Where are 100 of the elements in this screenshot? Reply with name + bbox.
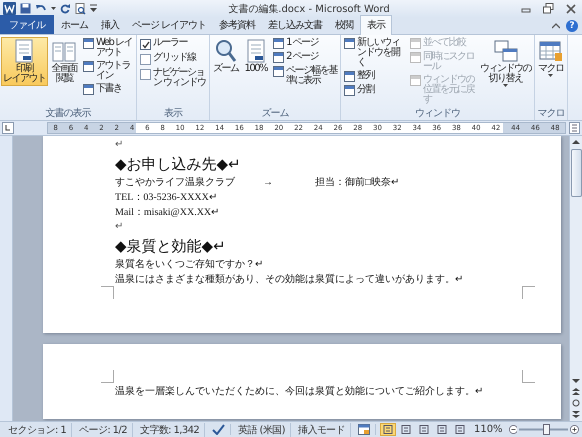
section-heading: ◆泉質と効能◆↵ [115, 236, 227, 257]
paragraph-mark: ↵ [115, 138, 124, 151]
view-button[interactable]: マクロ [536, 37, 566, 80]
previous-page-icon[interactable] [572, 388, 580, 395]
print-preview-icon[interactable] [75, 2, 86, 14]
redo-icon[interactable] [60, 3, 71, 14]
section-heading: ◆お申し込み先◆↵ [115, 154, 242, 175]
view-button[interactable]: 印刷 レイアウト [1, 37, 48, 86]
check-icon [142, 40, 150, 48]
app-icon[interactable] [3, 2, 16, 15]
ribbon-tab[interactable]: ホーム [55, 16, 94, 34]
window-icon [273, 52, 284, 63]
window-icon [273, 66, 284, 77]
close-icon[interactable] [566, 4, 576, 14]
window-title: 文書の編集.docx - Microsoft Word [227, 2, 391, 16]
crop-mark [101, 370, 114, 383]
ribbon-checkbox[interactable]: グリッド線 [138, 52, 208, 66]
ribbon-button[interactable]: Web レイアウト [81, 37, 135, 59]
ribbon-tab[interactable]: ページ レイアウト [126, 16, 212, 34]
ribbon-button[interactable]: 新しいウィンドウを開く [342, 37, 406, 69]
ribbon-button[interactable]: ページ幅を基準に表示 [271, 65, 340, 87]
proofing-check-icon[interactable] [212, 424, 226, 435]
macro-record-icon[interactable] [358, 424, 370, 435]
window-icon [83, 84, 94, 95]
ribbon-checkbox[interactable]: ルーラー [138, 37, 208, 51]
group-label: 文書の表示 [44, 108, 92, 120]
window-icon [344, 71, 356, 82]
body-text: 温泉にはさまざまな種類があり、その効能は泉質によって違いがあります。↵ [115, 272, 464, 287]
window-icon [83, 61, 94, 72]
view-button[interactable]: 全画面 閲覧 [50, 37, 79, 86]
magnifier-icon [214, 39, 237, 63]
page-icon [13, 39, 36, 63]
page-view-icon [400, 425, 411, 434]
tab-selector-icon[interactable] [2, 122, 14, 134]
scrollbar-thumb[interactable] [570, 149, 582, 197]
page-view-icon [382, 425, 393, 434]
scroll-up-icon[interactable] [572, 139, 580, 145]
tab-mark: → [263, 176, 273, 190]
next-page-icon[interactable] [572, 411, 580, 418]
window-icon [273, 38, 284, 49]
ribbon-tab[interactable]: 挿入 [95, 16, 125, 34]
caret-icon [503, 84, 508, 88]
view-mode-button[interactable] [380, 423, 396, 436]
view-button[interactable]: ウィンドウの 切り替え [478, 37, 534, 90]
ribbon-tab[interactable]: 参考資料 [213, 16, 262, 34]
caret-icon[interactable] [51, 6, 56, 10]
scrollbar[interactable] [569, 136, 582, 421]
ribbon-tab[interactable]: 表示 [360, 15, 392, 35]
slider-thumb[interactable] [543, 424, 550, 435]
ribbon-button[interactable]: 2 ページ [271, 51, 340, 64]
zoom-slider[interactable] [519, 424, 568, 435]
customize-caret-icon[interactable] [90, 4, 97, 13]
window-icon [410, 38, 422, 49]
caret-icon [548, 74, 554, 78]
ribbon-button[interactable]: 下書き [81, 83, 135, 96]
body-text: Mail：misaki@XX.XX↵ [115, 206, 220, 220]
page-view-icon [454, 425, 465, 434]
group-label: マクロ [536, 108, 566, 120]
ribbon-tab[interactable]: 校閲 [329, 16, 360, 34]
page-view-icon [436, 425, 447, 434]
window-icon [410, 75, 422, 86]
group-label: ウィンドウ [414, 108, 462, 120]
body-text: すこやかライフ温泉クラブ [115, 176, 235, 190]
status-item[interactable]: 文字数: 1,342 [134, 422, 206, 436]
view-button[interactable]: 100% [242, 37, 270, 76]
view-button[interactable]: ズーム [211, 37, 240, 76]
ribbon-button[interactable]: 1 ページ [271, 37, 340, 50]
ribbon-checkbox[interactable]: ナビゲーション ウィンドウ [138, 67, 208, 89]
status-item[interactable]: 挿入モード [292, 422, 351, 436]
body-text: 担当：御前□映奈↵ [315, 176, 400, 190]
status-item[interactable]: ページ: 1/2 [74, 422, 133, 436]
scroll-down-icon[interactable] [572, 378, 580, 384]
group-label: ズーム [260, 108, 290, 120]
group-label: 表示 [163, 108, 184, 120]
status-item[interactable]: 英語 (米国) [233, 422, 291, 436]
body-text: 温泉を一層楽しんでいただくために、今回は泉質と効能についてご紹介します。↵ [115, 384, 484, 399]
ribbon-tab[interactable]: 差し込み文書 [262, 16, 328, 34]
restore-icon[interactable] [543, 3, 554, 14]
page-icon [244, 39, 267, 63]
windows-icon [494, 39, 518, 63]
ruler-toggle-icon[interactable] [569, 122, 580, 134]
body-text: 泉質名をいくつご存知ですか？↵ [115, 258, 264, 272]
page-view-icon [418, 425, 429, 434]
status-item[interactable]: セクション: 1 [3, 422, 72, 436]
collapse-ribbon-icon[interactable] [552, 23, 560, 29]
zoom-in-icon[interactable] [570, 424, 579, 435]
ribbon-button[interactable]: 整列 [342, 70, 406, 83]
browse-object-icon[interactable] [572, 399, 580, 407]
paragraph-mark: ↵ [115, 220, 124, 233]
body-text: TEL：03-5236-XXXX↵ [115, 191, 218, 205]
zoom-level[interactable]: 110% [474, 424, 503, 435]
file-tab[interactable]: ファイル [0, 15, 54, 34]
window-icon [410, 52, 422, 63]
ribbon-button[interactable]: 分割 [342, 84, 406, 97]
help-button[interactable]: ? [566, 20, 578, 32]
save-icon[interactable] [20, 3, 31, 14]
zoom-out-icon[interactable] [508, 424, 518, 435]
window-icon [344, 85, 356, 96]
crop-mark [101, 286, 114, 299]
ribbon-button[interactable]: アウトライン [81, 60, 135, 82]
